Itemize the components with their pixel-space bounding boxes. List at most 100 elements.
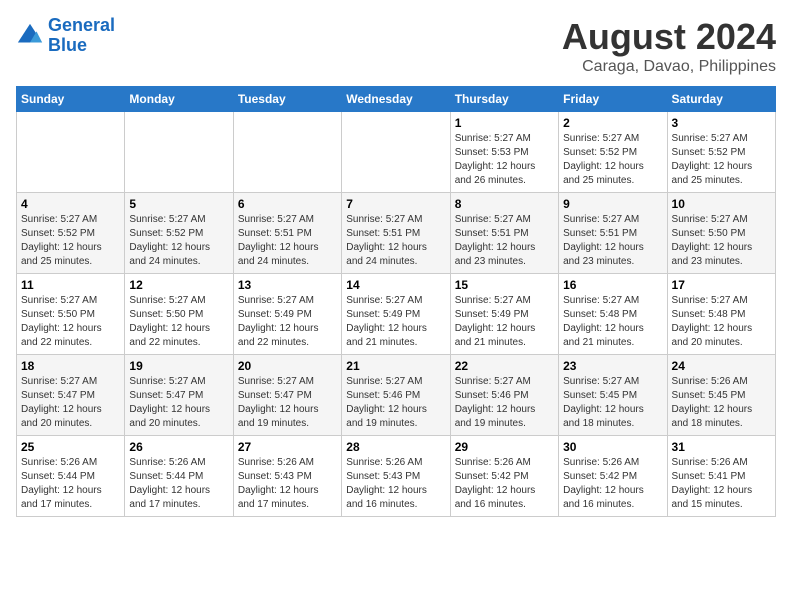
logo: General Blue bbox=[16, 16, 115, 56]
calendar-week-row: 1 Sunrise: 5:27 AM Sunset: 5:53 PM Daylig… bbox=[17, 112, 776, 193]
calendar-cell: 31Sunrise: 5:26 AM Sunset: 5:41 PM Dayli… bbox=[667, 436, 775, 517]
calendar-week-row: 4Sunrise: 5:27 AM Sunset: 5:52 PM Daylig… bbox=[17, 193, 776, 274]
day-info: Sunrise: 5:27 AM Sunset: 5:49 PM Dayligh… bbox=[455, 294, 554, 350]
calendar-cell: 5Sunrise: 5:27 AM Sunset: 5:52 PM Daylig… bbox=[125, 193, 233, 274]
calendar-cell bbox=[17, 112, 125, 193]
day-info: Sunrise: 5:27 AM Sunset: 5:47 PM Dayligh… bbox=[21, 375, 120, 431]
calendar-cell: 24Sunrise: 5:26 AM Sunset: 5:45 PM Dayli… bbox=[667, 355, 775, 436]
day-number: 9 bbox=[563, 197, 662, 211]
day-info: Sunrise: 5:26 AM Sunset: 5:43 PM Dayligh… bbox=[238, 456, 337, 512]
day-number: 21 bbox=[346, 359, 445, 373]
day-info: Sunrise: 5:27 AM Sunset: 5:45 PM Dayligh… bbox=[563, 375, 662, 431]
day-number: 6 bbox=[238, 197, 337, 211]
calendar-cell: 20Sunrise: 5:27 AM Sunset: 5:47 PM Dayli… bbox=[233, 355, 341, 436]
days-header-row: SundayMondayTuesdayWednesdayThursdayFrid… bbox=[17, 87, 776, 112]
calendar-cell: 15 Sunrise: 5:27 AM Sunset: 5:49 PM Dayli… bbox=[450, 274, 558, 355]
day-number: 17 bbox=[672, 278, 771, 292]
day-number: 15 bbox=[455, 278, 554, 292]
calendar-cell: 13Sunrise: 5:27 AM Sunset: 5:49 PM Dayli… bbox=[233, 274, 341, 355]
day-number: 23 bbox=[563, 359, 662, 373]
day-info: Sunrise: 5:26 AM Sunset: 5:45 PM Dayligh… bbox=[672, 375, 771, 431]
day-info: Sunrise: 5:27 AM Sunset: 5:48 PM Dayligh… bbox=[563, 294, 662, 350]
day-number: 30 bbox=[563, 440, 662, 454]
day-number: 28 bbox=[346, 440, 445, 454]
day-number: 12 bbox=[129, 278, 228, 292]
day-header-saturday: Saturday bbox=[667, 87, 775, 112]
day-number: 13 bbox=[238, 278, 337, 292]
calendar-cell: 7 Sunrise: 5:27 AM Sunset: 5:51 PM Daylig… bbox=[342, 193, 450, 274]
calendar-cell: 18 Sunrise: 5:27 AM Sunset: 5:47 PM Dayli… bbox=[17, 355, 125, 436]
calendar-cell: 27 Sunrise: 5:26 AM Sunset: 5:43 PM Dayli… bbox=[233, 436, 341, 517]
day-number: 31 bbox=[672, 440, 771, 454]
calendar-week-row: 11 Sunrise: 5:27 AM Sunset: 5:50 PM Dayli… bbox=[17, 274, 776, 355]
calendar-cell: 10Sunrise: 5:27 AM Sunset: 5:50 PM Dayli… bbox=[667, 193, 775, 274]
calendar-cell: 14 Sunrise: 5:27 AM Sunset: 5:49 PM Dayli… bbox=[342, 274, 450, 355]
header: General Blue August 2024 Caraga, Davao, … bbox=[16, 16, 776, 76]
calendar-cell bbox=[233, 112, 341, 193]
calendar-cell: 12 Sunrise: 5:27 AM Sunset: 5:50 PM Dayli… bbox=[125, 274, 233, 355]
day-info: Sunrise: 5:27 AM Sunset: 5:46 PM Dayligh… bbox=[455, 375, 554, 431]
calendar-cell: 6 Sunrise: 5:27 AM Sunset: 5:51 PM Daylig… bbox=[233, 193, 341, 274]
day-info: Sunrise: 5:27 AM Sunset: 5:47 PM Dayligh… bbox=[129, 375, 228, 431]
calendar-cell: 2 Sunrise: 5:27 AM Sunset: 5:52 PM Daylig… bbox=[559, 112, 667, 193]
calendar-cell: 16 Sunrise: 5:27 AM Sunset: 5:48 PM Dayli… bbox=[559, 274, 667, 355]
calendar-cell: 9Sunrise: 5:27 AM Sunset: 5:51 PM Daylig… bbox=[559, 193, 667, 274]
calendar-cell: 26 Sunrise: 5:26 AM Sunset: 5:44 PM Dayli… bbox=[125, 436, 233, 517]
calendar-cell: 3Sunrise: 5:27 AM Sunset: 5:52 PM Daylig… bbox=[667, 112, 775, 193]
day-number: 2 bbox=[563, 116, 662, 130]
logo-blue: Blue bbox=[48, 35, 87, 55]
day-number: 1 bbox=[455, 116, 554, 130]
calendar-cell bbox=[125, 112, 233, 193]
day-info: Sunrise: 5:26 AM Sunset: 5:43 PM Dayligh… bbox=[346, 456, 445, 512]
day-info: Sunrise: 5:27 AM Sunset: 5:46 PM Dayligh… bbox=[346, 375, 445, 431]
day-info: Sunrise: 5:27 AM Sunset: 5:50 PM Dayligh… bbox=[21, 294, 120, 350]
calendar-cell bbox=[342, 112, 450, 193]
month-title: August 2024 bbox=[562, 16, 776, 58]
calendar-cell: 23 Sunrise: 5:27 AM Sunset: 5:45 PM Dayli… bbox=[559, 355, 667, 436]
day-info: Sunrise: 5:26 AM Sunset: 5:42 PM Dayligh… bbox=[455, 456, 554, 512]
day-header-friday: Friday bbox=[559, 87, 667, 112]
day-info: Sunrise: 5:26 AM Sunset: 5:44 PM Dayligh… bbox=[129, 456, 228, 512]
day-info: Sunrise: 5:27 AM Sunset: 5:49 PM Dayligh… bbox=[346, 294, 445, 350]
calendar-week-row: 25Sunrise: 5:26 AM Sunset: 5:44 PM Dayli… bbox=[17, 436, 776, 517]
day-info: Sunrise: 5:27 AM Sunset: 5:47 PM Dayligh… bbox=[238, 375, 337, 431]
day-info: Sunrise: 5:27 AM Sunset: 5:50 PM Dayligh… bbox=[672, 213, 771, 269]
day-number: 11 bbox=[21, 278, 120, 292]
calendar-cell: 22Sunrise: 5:27 AM Sunset: 5:46 PM Dayli… bbox=[450, 355, 558, 436]
calendar-cell: 28 Sunrise: 5:26 AM Sunset: 5:43 PM Dayli… bbox=[342, 436, 450, 517]
day-info: Sunrise: 5:26 AM Sunset: 5:42 PM Dayligh… bbox=[563, 456, 662, 512]
calendar-table: SundayMondayTuesdayWednesdayThursdayFrid… bbox=[16, 86, 776, 517]
calendar-cell: 21 Sunrise: 5:27 AM Sunset: 5:46 PM Dayli… bbox=[342, 355, 450, 436]
calendar-week-row: 18 Sunrise: 5:27 AM Sunset: 5:47 PM Dayli… bbox=[17, 355, 776, 436]
calendar-cell: 25Sunrise: 5:26 AM Sunset: 5:44 PM Dayli… bbox=[17, 436, 125, 517]
calendar-cell: 19 Sunrise: 5:27 AM Sunset: 5:47 PM Dayli… bbox=[125, 355, 233, 436]
logo-icon bbox=[16, 22, 44, 50]
calendar-cell: 29Sunrise: 5:26 AM Sunset: 5:42 PM Dayli… bbox=[450, 436, 558, 517]
day-number: 18 bbox=[21, 359, 120, 373]
day-number: 16 bbox=[563, 278, 662, 292]
day-info: Sunrise: 5:27 AM Sunset: 5:51 PM Dayligh… bbox=[455, 213, 554, 269]
day-number: 14 bbox=[346, 278, 445, 292]
day-info: Sunrise: 5:27 AM Sunset: 5:53 PM Dayligh… bbox=[455, 132, 554, 188]
day-info: Sunrise: 5:27 AM Sunset: 5:51 PM Dayligh… bbox=[346, 213, 445, 269]
day-info: Sunrise: 5:26 AM Sunset: 5:44 PM Dayligh… bbox=[21, 456, 120, 512]
day-info: Sunrise: 5:27 AM Sunset: 5:52 PM Dayligh… bbox=[563, 132, 662, 188]
day-info: Sunrise: 5:27 AM Sunset: 5:51 PM Dayligh… bbox=[238, 213, 337, 269]
day-info: Sunrise: 5:27 AM Sunset: 5:48 PM Dayligh… bbox=[672, 294, 771, 350]
calendar-cell: 4Sunrise: 5:27 AM Sunset: 5:52 PM Daylig… bbox=[17, 193, 125, 274]
day-number: 7 bbox=[346, 197, 445, 211]
day-info: Sunrise: 5:27 AM Sunset: 5:50 PM Dayligh… bbox=[129, 294, 228, 350]
day-number: 19 bbox=[129, 359, 228, 373]
day-number: 27 bbox=[238, 440, 337, 454]
calendar-cell: 11 Sunrise: 5:27 AM Sunset: 5:50 PM Dayli… bbox=[17, 274, 125, 355]
day-info: Sunrise: 5:27 AM Sunset: 5:52 PM Dayligh… bbox=[21, 213, 120, 269]
day-info: Sunrise: 5:27 AM Sunset: 5:52 PM Dayligh… bbox=[672, 132, 771, 188]
logo-general: General bbox=[48, 15, 115, 35]
title-area: August 2024 Caraga, Davao, Philippines bbox=[562, 16, 776, 76]
day-number: 26 bbox=[129, 440, 228, 454]
day-header-monday: Monday bbox=[125, 87, 233, 112]
day-header-wednesday: Wednesday bbox=[342, 87, 450, 112]
calendar-cell: 17 Sunrise: 5:27 AM Sunset: 5:48 PM Dayli… bbox=[667, 274, 775, 355]
day-number: 8 bbox=[455, 197, 554, 211]
calendar-cell: 30 Sunrise: 5:26 AM Sunset: 5:42 PM Dayli… bbox=[559, 436, 667, 517]
